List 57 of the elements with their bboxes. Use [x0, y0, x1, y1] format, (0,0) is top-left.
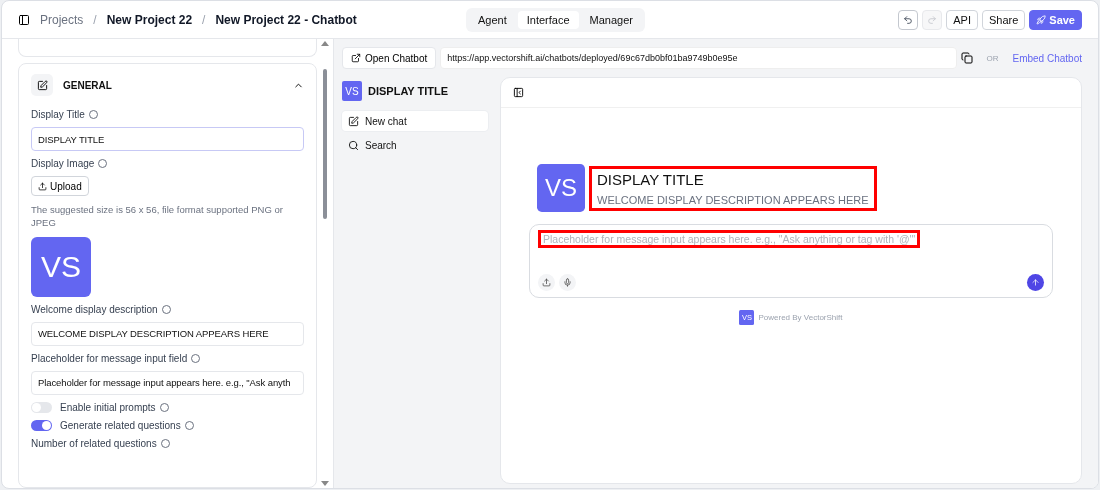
chat-title: DISPLAY TITLE [597, 170, 705, 188]
panel-toggle-icon[interactable] [513, 87, 524, 98]
description-input[interactable]: WELCOME DISPLAY DESCRIPTION APPEARS HERE [31, 321, 304, 346]
external-link-icon [351, 53, 361, 63]
new-chat-icon [348, 115, 359, 127]
display-image: VS [31, 236, 91, 297]
field-label: Number of related questions [31, 437, 157, 449]
placeholder-input[interactable]: Placeholder for message input appears here. e.g., "Ask anyth [31, 370, 304, 395]
mic-button[interactable] [559, 274, 576, 291]
breadcrumb-link[interactable]: New Project 22 - Chatbot [215, 12, 357, 27]
open-chatbot-button[interactable]: Open Chatbot [342, 47, 437, 69]
mic-icon [563, 278, 572, 287]
breadcrumb-separator: / [93, 12, 97, 27]
send-button[interactable] [1027, 274, 1044, 291]
field-label: Welcome display description [31, 303, 158, 315]
redo-icon [927, 14, 938, 25]
edit-icon [31, 74, 53, 96]
upload-icon [542, 278, 551, 287]
brand-logo: VS [342, 81, 362, 101]
action-button[interactable]: Share [981, 9, 1026, 30]
action-button[interactable]: API [946, 9, 978, 30]
copy-icon[interactable] [960, 52, 973, 64]
search-icon [348, 139, 359, 151]
brand-title: DISPLAY TITLE [368, 85, 449, 97]
toggle-switch[interactable] [31, 419, 52, 431]
field-label: Placeholder for message input field [31, 352, 188, 364]
sidebar-item[interactable]: New chat [342, 111, 488, 131]
field-label: Display Title [31, 109, 85, 120]
chat-description: WELCOME DISPLAY DESCRIPTION APPEARS HERE [597, 193, 869, 206]
chat-logo: VS [537, 164, 585, 212]
mode-tab[interactable]: Interface [517, 11, 579, 29]
toggle-switch[interactable] [31, 401, 52, 413]
breadcrumb-link[interactable]: New Project 22 [106, 12, 193, 27]
undo-button[interactable] [898, 9, 919, 30]
mode-tab[interactable]: Agent [469, 11, 516, 29]
title-input[interactable]: DISPLAY TITLE [31, 127, 304, 151]
upload-button[interactable] [538, 274, 555, 291]
upload-icon [38, 181, 47, 191]
rocket-icon [1036, 14, 1047, 25]
mode-tab[interactable]: Manager [580, 11, 642, 29]
field-label: Display Image [31, 158, 95, 169]
upload-button[interactable]: Upload [31, 176, 89, 196]
field-label: Generate related questions [60, 419, 181, 431]
section-title: GENERAL [63, 79, 113, 91]
embed-chatbot-link[interactable]: Embed Chatbot [1012, 52, 1082, 64]
arrow-up-icon [1031, 278, 1040, 287]
undo-icon [903, 14, 914, 25]
breadcrumb-separator: / [202, 12, 206, 27]
powered-by-text: Powered By VectorShift [758, 313, 843, 322]
or-text: OR [986, 53, 999, 63]
hint-text: The suggested size is 56 x 56, file format supported PNG or JPEG [31, 203, 284, 230]
message-placeholder: Placeholder for message input appears here. e.g., "Ask anything or tag with '@'" [538, 230, 921, 248]
breadcrumb-link[interactable]: Projects [40, 12, 84, 27]
field-label: Enable initial prompts [60, 401, 156, 413]
action-button[interactable]: Save [1029, 9, 1082, 30]
sidebar-toggle-icon[interactable] [18, 13, 30, 26]
url-field[interactable]: https://app.vectorshift.ai/chatbots/deployed/69c67db0bf01ba9749b0e95e [440, 47, 957, 69]
